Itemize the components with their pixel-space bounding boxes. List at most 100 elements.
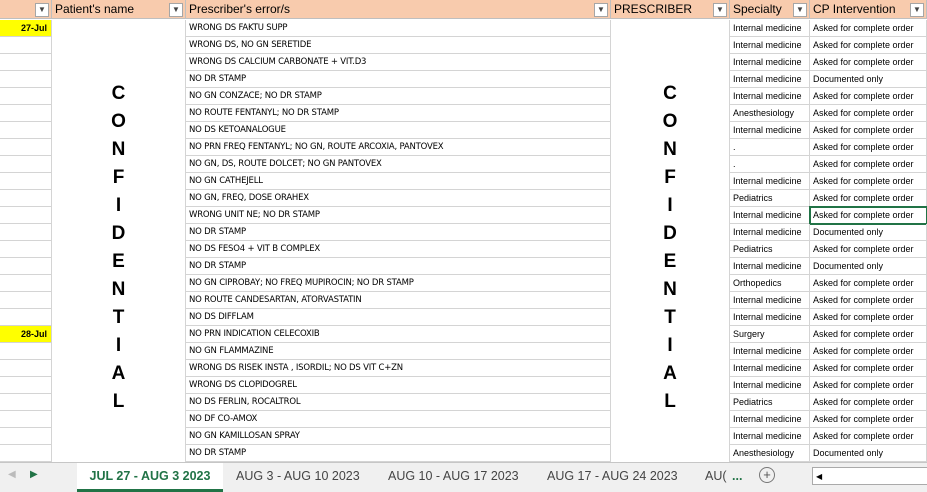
error-cell[interactable]: WRONG DS, NO GN SERETIDE [186, 37, 611, 54]
error-cell[interactable]: NO GN CATHEJELL [186, 173, 611, 190]
error-cell[interactable]: NO PRN FREQ FENTANYL; NO GN, ROUTE ARCOX… [186, 139, 611, 156]
specialty-cell[interactable]: Internal medicine [730, 292, 810, 309]
scroll-left-arrow-icon[interactable]: ◀ [813, 472, 822, 481]
date-cell[interactable] [0, 37, 52, 54]
cp-intervention-cell[interactable]: Asked for complete order [810, 343, 927, 360]
specialty-cell[interactable]: . [730, 156, 810, 173]
cp-intervention-cell[interactable]: Asked for complete order [810, 411, 927, 428]
date-cell[interactable] [0, 173, 52, 190]
date-cell[interactable] [0, 360, 52, 377]
error-cell[interactable]: NO ROUTE FENTANYL; NO DR STAMP [186, 105, 611, 122]
date-cell[interactable] [0, 241, 52, 258]
date-cell[interactable] [0, 190, 52, 207]
filter-dropdown-icon[interactable]: ▼ [793, 3, 807, 17]
specialty-cell[interactable]: Orthopedics [730, 275, 810, 292]
date-cell[interactable] [0, 445, 52, 462]
add-sheet-button[interactable]: + [759, 467, 775, 483]
specialty-cell[interactable]: Internal medicine [730, 258, 810, 275]
cp-intervention-cell[interactable]: Asked for complete order [810, 309, 927, 326]
date-cell[interactable] [0, 309, 52, 326]
column-header-cp[interactable]: CP Intervention ▼ [810, 0, 927, 19]
cp-intervention-cell[interactable]: Asked for complete order [810, 360, 927, 377]
error-cell[interactable]: WRONG DS CALCIUM CARBONATE + VIT.D3 [186, 54, 611, 71]
cp-intervention-cell[interactable]: Asked for complete order [810, 275, 927, 292]
cp-intervention-cell[interactable]: Asked for complete order [810, 156, 927, 173]
date-cell[interactable] [0, 71, 52, 88]
cp-intervention-cell[interactable]: Documented only [810, 258, 927, 275]
cp-intervention-cell[interactable]: Asked for complete order [810, 20, 927, 37]
cp-intervention-cell[interactable]: Asked for complete order [810, 105, 927, 122]
specialty-cell[interactable]: Internal medicine [730, 54, 810, 71]
more-tabs-button[interactable]: ... [732, 463, 742, 489]
date-cell[interactable] [0, 377, 52, 394]
specialty-cell[interactable]: Internal medicine [730, 71, 810, 88]
error-cell[interactable]: NO GN CIPROBAY; NO FREQ MUPIROCIN; NO DR… [186, 275, 611, 292]
sheet-tab-aug17[interactable]: AUG 17 - AUG 24 2023 [547, 463, 678, 489]
specialty-cell[interactable]: Anesthesiology [730, 445, 810, 462]
error-cell[interactable]: NO DS KETOANALOGUE [186, 122, 611, 139]
prescriber-confidential[interactable]: CONFIDENTIAL [611, 20, 730, 462]
specialty-cell[interactable]: Internal medicine [730, 428, 810, 445]
specialty-cell[interactable]: Internal medicine [730, 411, 810, 428]
specialty-cell[interactable]: Internal medicine [730, 360, 810, 377]
cp-intervention-cell[interactable]: Asked for complete order [810, 37, 927, 54]
filter-dropdown-icon[interactable]: ▼ [594, 3, 608, 17]
date-cell[interactable] [0, 88, 52, 105]
error-cell[interactable]: NO GN, DS, ROUTE DOLCET; NO GN PANTOVEX [186, 156, 611, 173]
date-cell[interactable] [0, 139, 52, 156]
cp-intervention-cell[interactable]: Documented only [810, 71, 927, 88]
date-cell[interactable] [0, 411, 52, 428]
date-cell[interactable] [0, 122, 52, 139]
specialty-cell[interactable]: Internal medicine [730, 37, 810, 54]
date-cell[interactable] [0, 343, 52, 360]
error-cell[interactable]: WRONG DS RISEK INSTA , ISORDIL; NO DS VI… [186, 360, 611, 377]
column-header-patient[interactable]: Patient's name ▼ [52, 0, 186, 19]
error-cell[interactable]: NO DR STAMP [186, 71, 611, 88]
cp-intervention-cell[interactable]: Asked for complete order [810, 54, 927, 71]
date-cell[interactable] [0, 156, 52, 173]
error-cell[interactable]: WRONG UNIT NE; NO DR STAMP [186, 207, 611, 224]
error-cell[interactable]: NO DS FERLIN, ROCALTROL [186, 394, 611, 411]
date-cell[interactable] [0, 224, 52, 241]
error-cell[interactable]: NO DS FESO4 + VIT B COMPLEX [186, 241, 611, 258]
specialty-cell[interactable]: Internal medicine [730, 88, 810, 105]
date-cell[interactable] [0, 54, 52, 71]
error-cell[interactable]: NO DR STAMP [186, 258, 611, 275]
error-cell[interactable]: WRONG DS CLOPIDOGREL [186, 377, 611, 394]
error-cell[interactable]: NO DR STAMP [186, 224, 611, 241]
specialty-cell[interactable]: Internal medicine [730, 309, 810, 326]
error-cell[interactable]: NO GN CONZACE; NO DR STAMP [186, 88, 611, 105]
date-cell[interactable] [0, 275, 52, 292]
cp-intervention-cell[interactable]: Asked for complete order [810, 377, 927, 394]
specialty-cell[interactable]: Pediatrics [730, 241, 810, 258]
cp-intervention-cell[interactable]: Asked for complete order [810, 122, 927, 139]
filter-dropdown-icon[interactable]: ▼ [910, 3, 924, 17]
error-cell[interactable]: NO DF CO-AMOX [186, 411, 611, 428]
specialty-cell[interactable]: Pediatrics [730, 394, 810, 411]
cp-intervention-cell[interactable]: Asked for complete order [810, 428, 927, 445]
patient-name-confidential[interactable]: CONFIDENTIAL [52, 20, 186, 462]
column-header-prescriber[interactable]: PRESCRIBER ▼ [611, 0, 730, 19]
error-cell[interactable]: NO ROUTE CANDESARTAN, ATORVASTATIN [186, 292, 611, 309]
specialty-cell[interactable]: Internal medicine [730, 173, 810, 190]
date-cell[interactable]: 28-Jul [0, 326, 52, 343]
horizontal-scrollbar[interactable]: ◀ [812, 467, 927, 485]
error-cell[interactable]: NO GN, FREQ, DOSE ORAHEX [186, 190, 611, 207]
scroll-left-icon[interactable]: ◀ [8, 469, 16, 480]
error-cell[interactable]: NO DR STAMP [186, 445, 611, 462]
specialty-cell[interactable]: Anesthesiology [730, 105, 810, 122]
filter-dropdown-icon[interactable]: ▼ [713, 3, 727, 17]
cp-intervention-cell[interactable]: Asked for complete order [809, 206, 927, 225]
specialty-cell[interactable]: Internal medicine [730, 224, 810, 241]
sheet-tab-aug3[interactable]: AUG 3 - AUG 10 2023 [236, 463, 360, 489]
error-cell[interactable]: NO GN KAMILLOSAN SPRAY [186, 428, 611, 445]
specialty-cell[interactable]: Pediatrics [730, 190, 810, 207]
date-cell[interactable] [0, 292, 52, 309]
sheet-tab-jul27[interactable]: JUL 27 - AUG 3 2023 [77, 463, 223, 492]
column-header-a[interactable]: ▼ [0, 0, 52, 19]
error-cell[interactable]: NO GN FLAMMAZINE [186, 343, 611, 360]
cp-intervention-cell[interactable]: Asked for complete order [810, 394, 927, 411]
error-cell[interactable]: NO PRN INDICATION CELECOXIB [186, 326, 611, 343]
date-cell[interactable] [0, 258, 52, 275]
sheet-tab-aug10[interactable]: AUG 10 - AUG 17 2023 [388, 463, 519, 489]
